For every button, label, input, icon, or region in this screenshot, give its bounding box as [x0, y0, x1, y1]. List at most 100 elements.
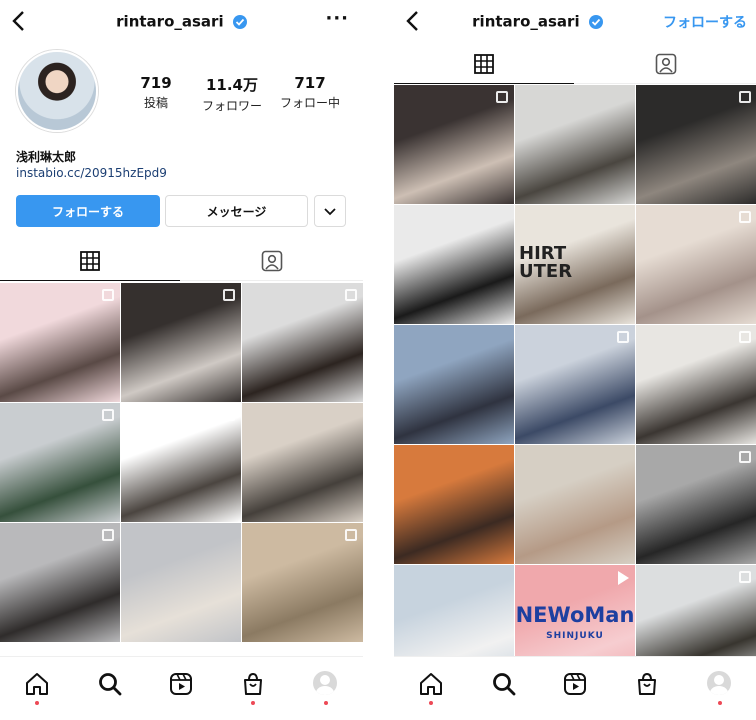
posts-grid: HIRT UTER NEWoMan SHINJUKU [394, 85, 756, 684]
carousel-post-icon [345, 289, 357, 301]
carousel-post-icon [617, 331, 629, 343]
nav-profile[interactable] [707, 671, 733, 705]
profile-avatar[interactable] [16, 50, 98, 132]
posts-grid [0, 283, 363, 642]
post-thumbnail[interactable] [0, 403, 120, 522]
stat-following[interactable]: 717 フォロー中 [270, 74, 350, 111]
grid-icon [80, 250, 100, 271]
tab-posts-grid[interactable] [0, 241, 180, 281]
bottom-navigation [394, 656, 756, 720]
post-thumbnail[interactable] [242, 523, 363, 642]
post-thumbnail[interactable] [121, 523, 241, 642]
post-thumbnail[interactable] [515, 85, 635, 204]
post-thumbnail[interactable] [515, 445, 635, 564]
video-play-icon [618, 571, 629, 585]
nav-shop[interactable] [634, 671, 660, 697]
comparison-screens: rintaro_asari ··· 719 投稿 11.4万 フォロワー 717… [0, 0, 756, 720]
shopping-bag-icon [638, 672, 656, 695]
carousel-post-icon [739, 451, 751, 463]
stat-followers-number: 11.4万 [205, 76, 258, 94]
notification-dot [429, 701, 433, 705]
profile-screen-right: rintaro_asari フォローする HIRT UTER NEWoMan S… [394, 0, 756, 720]
post-overlay-text: HIRT UTER [519, 243, 573, 282]
profile-avatar-icon [313, 671, 337, 695]
notification-dot [251, 701, 255, 705]
reels-icon [564, 673, 586, 695]
post-thumbnail[interactable] [636, 85, 756, 204]
verified-badge-icon [232, 14, 247, 29]
carousel-post-icon [739, 571, 751, 583]
post-thumbnail[interactable] [242, 403, 363, 522]
nav-reels[interactable] [168, 671, 194, 697]
post-thumbnail[interactable] [0, 283, 120, 402]
post-thumbnail[interactable] [0, 523, 120, 642]
follow-button[interactable]: フォローする [16, 195, 160, 227]
carousel-post-icon [102, 529, 114, 541]
stat-followers[interactable]: 11.4万 フォロワー [192, 74, 272, 114]
notification-dot [718, 701, 722, 705]
search-icon [493, 673, 516, 696]
header-follow-button[interactable]: フォローする [663, 12, 747, 32]
post-overlay-subtext: SHINJUKU [546, 631, 604, 641]
profile-full-name: 浅利琳太郎 [16, 150, 77, 164]
carousel-post-icon [223, 409, 235, 421]
post-thumbnail[interactable] [394, 85, 514, 204]
carousel-post-icon [739, 331, 751, 343]
profile-bio-link[interactable]: instabio.cc/20915hzEpd9 [16, 166, 167, 180]
home-icon [420, 673, 442, 695]
stat-posts[interactable]: 719 投稿 [116, 74, 196, 111]
tagged-person-icon [261, 250, 282, 272]
tab-tagged[interactable] [180, 241, 363, 281]
profile-header: rintaro_asari ··· [0, 0, 363, 44]
profile-header-scrolled: rintaro_asari フォローする [394, 0, 756, 44]
post-thumbnail[interactable] [121, 403, 241, 522]
notification-dot [35, 701, 39, 705]
post-thumbnail[interactable] [636, 445, 756, 564]
nav-home[interactable] [24, 671, 50, 705]
post-thumbnail[interactable] [394, 445, 514, 564]
header-username-row: rintaro_asari [0, 12, 363, 31]
shopping-bag-icon [244, 672, 262, 695]
post-thumbnail[interactable] [636, 325, 756, 444]
carousel-post-icon [496, 91, 508, 103]
nav-profile[interactable] [313, 671, 339, 705]
carousel-post-icon [102, 289, 114, 301]
message-button[interactable]: メッセージ [165, 195, 308, 227]
chevron-down-icon [324, 207, 336, 215]
profile-screen-left: rintaro_asari ··· 719 投稿 11.4万 フォロワー 717… [0, 0, 363, 720]
post-thumbnail[interactable] [242, 283, 363, 402]
stat-posts-label: 投稿 [143, 96, 168, 110]
post-thumbnail[interactable] [394, 325, 514, 444]
tab-tagged[interactable] [574, 44, 756, 84]
suggested-accounts-button[interactable] [314, 195, 346, 227]
post-thumbnail[interactable]: HIRT UTER [515, 205, 635, 324]
reels-icon [170, 673, 192, 695]
home-icon [26, 673, 48, 695]
nav-home[interactable] [418, 671, 444, 705]
verified-badge-icon [588, 14, 603, 29]
profile-tabs [0, 241, 363, 281]
more-options-icon[interactable]: ··· [325, 8, 349, 29]
search-icon [99, 673, 122, 696]
stat-following-number: 717 [294, 74, 326, 92]
nav-search[interactable] [97, 671, 123, 697]
tab-posts-grid[interactable] [394, 44, 574, 84]
nav-reels[interactable] [562, 671, 588, 697]
nav-search[interactable] [491, 671, 517, 697]
tagged-person-icon [655, 53, 676, 75]
post-thumbnail[interactable] [121, 283, 241, 402]
carousel-post-icon [345, 529, 357, 541]
grid-icon [474, 53, 494, 74]
profile-avatar-icon [707, 671, 731, 695]
bottom-navigation [0, 656, 363, 720]
header-username: rintaro_asari [472, 12, 580, 31]
stat-followers-label: フォロワー [201, 99, 262, 113]
post-overlay-text: NEWoMan [515, 603, 635, 627]
nav-shop[interactable] [240, 671, 266, 705]
profile-tabs [394, 44, 756, 84]
post-thumbnail[interactable] [515, 325, 635, 444]
post-thumbnail[interactable] [394, 205, 514, 324]
stat-posts-number: 719 [140, 74, 172, 92]
header-username: rintaro_asari [116, 12, 224, 31]
post-thumbnail[interactable] [636, 205, 756, 324]
